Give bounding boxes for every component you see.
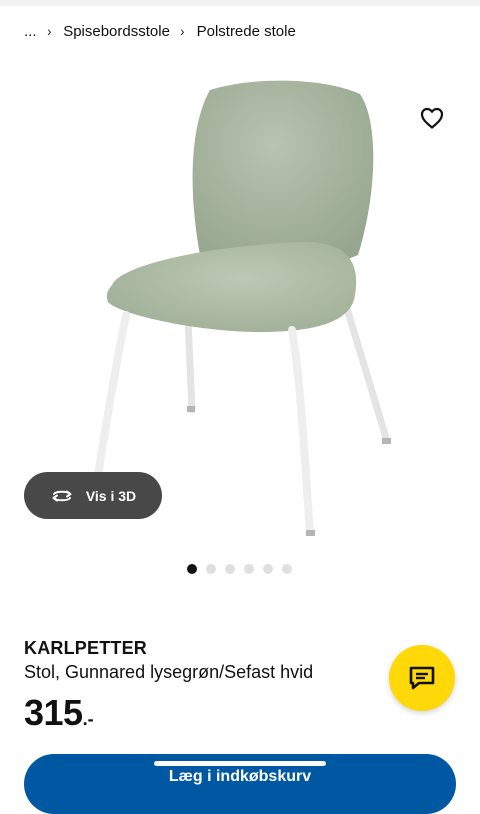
breadcrumb: ... › Spisebordsstole › Polstrede stole — [24, 20, 296, 42]
status-bar-strip — [0, 0, 480, 6]
product-description: Stol, Gunnared lysegrøn/Sefast hvid — [24, 662, 314, 682]
chat-bubble-icon — [409, 666, 435, 690]
rotate-360-icon — [52, 490, 72, 501]
image-carousel-dots — [187, 564, 292, 574]
chevron-right-icon: › — [180, 23, 185, 39]
breadcrumb-ellipsis[interactable]: ... — [24, 23, 37, 40]
carousel-dot-2[interactable] — [206, 564, 216, 574]
home-indicator — [154, 761, 326, 766]
carousel-dot-4[interactable] — [244, 564, 254, 574]
product-price: 315 .- — [24, 692, 94, 734]
breadcrumb-item-polstrede-stole[interactable]: Polstrede stole — [197, 23, 296, 40]
carousel-dot-5[interactable] — [263, 564, 273, 574]
price-amount: 315 — [24, 692, 83, 733]
add-to-cart-label: Læg i indkøbskurv — [168, 768, 312, 785]
breadcrumb-item-spisebordsstole[interactable]: Spisebordsstole — [63, 23, 170, 40]
view-3d-label: Vis i 3D — [85, 487, 137, 504]
chevron-right-icon: › — [46, 23, 51, 39]
carousel-dot-6[interactable] — [282, 564, 292, 574]
chat-button[interactable] — [389, 645, 455, 711]
view-3d-button[interactable]: Vis i 3D — [24, 472, 162, 519]
product-name: KARLPETTER — [24, 638, 147, 658]
price-suffix: .- — [82, 709, 94, 729]
carousel-dot-1[interactable] — [187, 564, 197, 574]
carousel-dot-3[interactable] — [225, 564, 235, 574]
